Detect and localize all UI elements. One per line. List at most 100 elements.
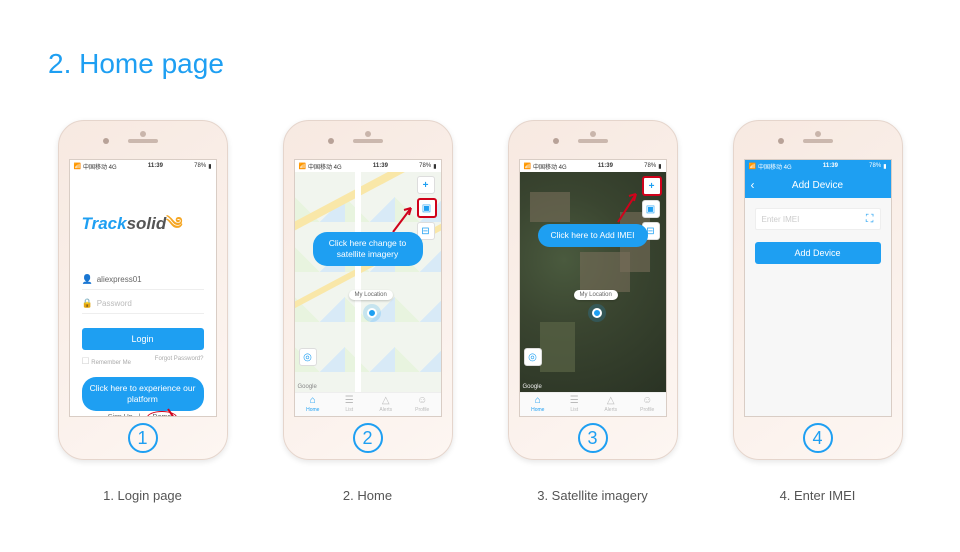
login-button[interactable]: Login xyxy=(82,328,204,350)
tab-profile[interactable]: ☺Profile xyxy=(404,393,441,416)
battery-icon: ▮ xyxy=(883,163,886,170)
username-value: aliexpress01 xyxy=(97,275,142,284)
road xyxy=(355,172,361,392)
phone-frame: 📶中国移动 4G 11:39 78%▮ Tracksolid༄ 👤 aliexp… xyxy=(58,120,228,460)
phone-3: 📶中国移动 4G 11:39 78%▮ + ▣ ⊟ xyxy=(488,120,698,503)
callout-text: Click here change to satellite imagery xyxy=(329,238,407,259)
person-icon: 👤 xyxy=(82,274,93,285)
tab-list[interactable]: ☰List xyxy=(331,393,368,416)
status-time: 11:39 xyxy=(373,163,388,169)
profile-icon: ☺ xyxy=(417,396,427,406)
tab-alerts[interactable]: △Alerts xyxy=(593,393,630,416)
callout-text: Click here to experience our platform xyxy=(90,383,196,404)
tab-profile[interactable]: ☺Profile xyxy=(629,393,666,416)
location-dot-icon xyxy=(592,308,602,318)
home-icon: ⌂ xyxy=(310,396,316,406)
battery-text: 78% xyxy=(644,163,656,169)
signal-icon: 📶 xyxy=(74,163,81,170)
map-standard[interactable]: + ▣ ⊟ Click here change to satellite ima… xyxy=(295,172,441,392)
carrier-text: 中国移动 4G xyxy=(533,162,567,171)
add-device-icon[interactable]: + xyxy=(642,176,662,196)
tab-label: List xyxy=(345,407,353,413)
scan-qr-icon[interactable]: ⛶ xyxy=(866,213,874,226)
battery-icon: ▮ xyxy=(658,163,661,170)
signal-icon: 📶 xyxy=(524,163,531,170)
remember-label: Remember Me xyxy=(91,360,131,366)
phone-2: 📶中国移动 4G 11:39 78%▮ + ▣ ⊟ xyxy=(263,120,473,503)
battery-icon: ▮ xyxy=(433,163,436,170)
tab-home[interactable]: ⌂Home xyxy=(520,393,557,416)
forgot-password-link[interactable]: Forgot Password? xyxy=(155,356,204,367)
add-device-button[interactable]: Add Device xyxy=(755,242,881,264)
arrow-icon xyxy=(166,409,186,417)
tab-label: Profile xyxy=(640,407,654,413)
tab-alerts[interactable]: △Alerts xyxy=(368,393,405,416)
carrier-text: 中国移动 4G xyxy=(83,162,117,171)
imei-input[interactable]: Enter IMEI ⛶ xyxy=(755,208,881,230)
battery-text: 78% xyxy=(419,163,431,169)
list-icon: ☰ xyxy=(345,396,354,406)
home-button[interactable]: 3 xyxy=(578,423,608,453)
target-icon: ◎ xyxy=(528,352,537,363)
tab-label: Home xyxy=(306,407,319,413)
profile-icon: ☺ xyxy=(642,396,652,406)
map-callout: Click here change to satellite imagery xyxy=(313,232,423,266)
traffic-icon: ⊟ xyxy=(421,226,429,237)
screen-home: 📶中国移动 4G 11:39 78%▮ + ▣ ⊟ xyxy=(294,159,442,417)
list-icon: ☰ xyxy=(570,396,579,406)
login-content: Tracksolid༄ 👤 aliexpress01 🔒 Password Lo… xyxy=(70,172,216,416)
screen-satellite: 📶中国移动 4G 11:39 78%▮ + ▣ ⊟ xyxy=(519,159,667,417)
sensor-dot xyxy=(365,131,371,137)
home-button[interactable]: 1 xyxy=(128,423,158,453)
home-button[interactable]: 2 xyxy=(353,423,383,453)
logo-part2: solid xyxy=(127,214,167,233)
home-icon: ⌂ xyxy=(535,396,541,406)
status-bar: 📶中国移动 4G 11:39 78%▮ xyxy=(70,160,216,172)
phone-frame: 📶中国移动 4G 11:39 78%▮ ‹ Add Device Enter I… xyxy=(733,120,903,460)
checkbox-icon: ☐ xyxy=(82,356,90,366)
front-camera xyxy=(103,138,109,144)
caption-3: 3. Satellite imagery xyxy=(537,488,648,503)
status-bar: 📶中国移动 4G 11:39 78%▮ xyxy=(520,160,666,172)
add-device-content: Enter IMEI ⛶ Add Device xyxy=(745,198,891,416)
location-dot-icon xyxy=(367,308,377,318)
add-device-icon[interactable]: + xyxy=(417,176,435,194)
layers-icon: ▣ xyxy=(646,204,655,215)
home-button[interactable]: 4 xyxy=(803,423,833,453)
phone-frame: 📶中国移动 4G 11:39 78%▮ + ▣ ⊟ xyxy=(508,120,678,460)
alert-icon: △ xyxy=(382,396,390,406)
tab-list[interactable]: ☰List xyxy=(556,393,593,416)
locate-button[interactable]: ◎ xyxy=(299,348,317,366)
nav-bar: ‹ Add Device xyxy=(745,172,891,198)
signal-icon: 📶 xyxy=(299,163,306,170)
speaker xyxy=(128,139,158,143)
username-input[interactable]: 👤 aliexpress01 xyxy=(82,270,204,290)
front-camera xyxy=(553,138,559,144)
location-label: My Location xyxy=(574,290,618,300)
login-options-row: ☐ Remember Me Forgot Password? xyxy=(82,356,204,367)
locate-button[interactable]: ◎ xyxy=(524,348,542,366)
password-input[interactable]: 🔒 Password xyxy=(82,294,204,314)
alert-icon: △ xyxy=(607,396,615,406)
speaker xyxy=(803,139,833,143)
map-satellite[interactable]: + ▣ ⊟ Click here to Add IMEI My Location… xyxy=(520,172,666,392)
signup-link[interactable]: Sign Up xyxy=(108,414,133,417)
phones-row: 📶中国移动 4G 11:39 78%▮ Tracksolid༄ 👤 aliexp… xyxy=(0,120,960,503)
map-callout: Click here to Add IMEI xyxy=(538,224,648,247)
phone-frame: 📶中国移动 4G 11:39 78%▮ + ▣ ⊟ xyxy=(283,120,453,460)
divider: | xyxy=(139,414,141,417)
map-controls: + ▣ ⊟ xyxy=(417,176,437,240)
sensor-dot xyxy=(590,131,596,137)
arrow-icon xyxy=(391,204,415,234)
front-camera xyxy=(778,138,784,144)
tab-label: Alerts xyxy=(379,407,392,413)
layer-toggle-button[interactable]: ▣ xyxy=(642,200,660,218)
front-camera xyxy=(328,138,334,144)
speaker xyxy=(353,139,383,143)
layer-toggle-button[interactable]: ▣ xyxy=(417,198,437,218)
tab-bar: ⌂Home ☰List △Alerts ☺Profile xyxy=(295,392,441,416)
back-button[interactable]: ‹ xyxy=(751,178,755,192)
remember-me[interactable]: ☐ Remember Me xyxy=(82,356,131,367)
google-attribution: Google xyxy=(523,384,542,390)
tab-home[interactable]: ⌂Home xyxy=(295,393,332,416)
